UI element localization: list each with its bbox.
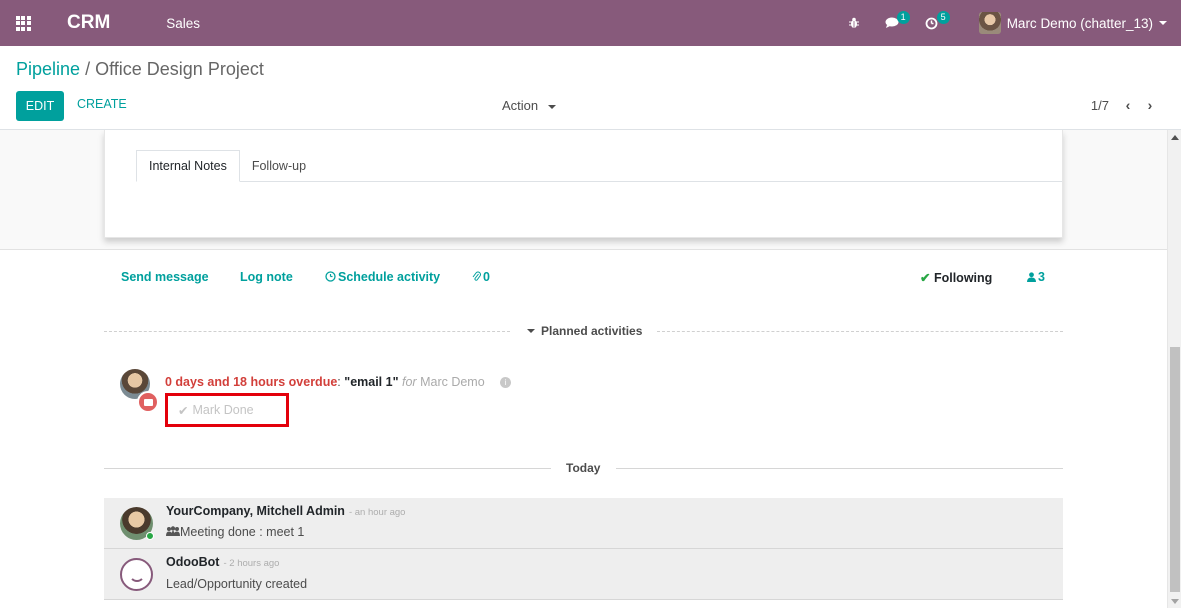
separator-line-left [104,331,510,332]
schedule-activity-button[interactable]: Schedule activity [325,270,440,284]
message-author-name[interactable]: OdooBot [166,555,219,569]
today-line-left [104,468,551,469]
user-avatar [978,12,1001,34]
create-button[interactable]: CREATE [77,97,127,111]
apps-menu-icon[interactable] [0,0,46,46]
tab-follow-up[interactable]: Follow-up [240,150,318,182]
action-label: Action [502,98,539,113]
message-body: Lead/Opportunity created [166,577,308,591]
vertical-scrollbar[interactable] [1167,130,1181,608]
info-icon[interactable]: i [500,377,512,389]
schedule-activity-label: Schedule activity [338,270,441,284]
action-dropdown[interactable]: Action [502,98,556,113]
followers-count: 3 [1038,270,1045,284]
followers-button[interactable]: 3 [1027,270,1045,284]
user-icon [1027,272,1036,282]
scroll-down-arrow-icon[interactable] [1171,599,1179,604]
following-label: Following [933,271,993,285]
users-group-icon [166,526,180,536]
message-body-text: Meeting done : meet 1 [180,525,305,539]
control-panel: Pipeline / Office Design Project EDIT CR… [0,46,1181,130]
activities-clock-icon[interactable]: 5 [919,0,955,46]
message-author: YourCompany, Mitchell Admin - an hour ago [166,504,405,518]
scroll-up-arrow-icon[interactable] [1171,135,1179,140]
activities-badge: 5 [936,11,950,24]
breadcrumb-pipeline[interactable]: Pipeline [16,59,80,79]
planned-activity: 0 days and 18 hours overdue: "email 1" f… [120,369,680,429]
online-status-icon [146,532,154,540]
pager-next-icon[interactable]: › [1139,97,1161,113]
email-activity-icon [137,391,159,413]
message-date: - 2 hours ago [223,558,280,569]
activity-colon: : [337,375,341,389]
pager: 1/7 ‹ › [1091,97,1161,113]
pager-value[interactable]: 1/7 [1091,98,1109,113]
send-message-button[interactable]: Send message [121,270,209,284]
chatter-topbar: Send message Log note Schedule activity … [121,270,1051,286]
planned-activities-label: Planned activities [541,324,643,338]
today-line-right [616,468,1063,469]
messages-icon[interactable]: 1 [879,0,915,46]
user-name: Marc Demo (chatter_13) [1006,15,1153,31]
mark-done-button[interactable]: ✔ Mark Done [165,393,289,427]
scroll-thumb[interactable] [1170,347,1180,592]
mark-done-label: Mark Done [192,403,254,417]
tab-internal-notes[interactable]: Internal Notes [136,150,240,182]
user-dropdown-caret-icon [1159,21,1167,25]
following-button[interactable]: ✔ Following [920,270,992,285]
attachments-button[interactable]: 0 [472,270,490,284]
message-author-name[interactable]: YourCompany, Mitchell Admin [166,504,345,518]
odoobot-avatar[interactable] [120,558,153,591]
menu-sales[interactable]: Sales [166,16,200,31]
collapse-caret-icon [527,329,535,333]
activity-summary-line: 0 days and 18 hours overdue: "email 1" f… [165,375,512,389]
form-sheet: Internal Notes Follow-up [104,130,1063,238]
attachments-count: 0 [483,270,490,284]
message-item: YourCompany, Mitchell Admin - an hour ago… [104,498,1063,549]
paperclip-icon [472,271,481,281]
form-content: Internal Notes Follow-up Send message Lo… [0,130,1167,608]
message-item: OdooBot - 2 hours ago Lead/Opportunity cr… [104,549,1063,600]
message-author: OdooBot - 2 hours ago [166,555,279,569]
user-menu[interactable]: Marc Demo (chatter_13) [978,12,1167,34]
notebook-tabs: Internal Notes Follow-up [136,150,1062,182]
check-icon: ✔ [178,403,189,418]
breadcrumb-current: Office Design Project [95,59,264,79]
pager-previous-icon[interactable]: ‹ [1117,97,1139,113]
separator-line-right [657,331,1063,332]
today-label: Today [566,461,601,475]
planned-activities-toggle[interactable]: Planned activities [527,324,642,338]
messages-badge: 1 [896,11,910,24]
breadcrumb-separator: / [85,59,91,79]
message-body: Meeting done : meet 1 [166,525,304,539]
edit-button[interactable]: EDIT [16,91,64,121]
log-note-button[interactable]: Log note [240,270,293,284]
check-icon: ✔ [920,271,931,285]
activity-name: "email 1" [344,375,399,389]
debug-bug-icon[interactable] [845,0,863,46]
app-name[interactable]: CRM [67,12,110,34]
message-date: - an hour ago [348,507,406,518]
breadcrumb: Pipeline / Office Design Project [16,59,264,80]
action-caret-icon [547,104,556,109]
activity-user: Marc Demo [420,375,485,389]
top-navbar: CRM Sales 1 5 Marc Demo (chatter_13) [0,0,1181,46]
activity-overdue: 0 days and 18 hours overdue [165,375,338,389]
activity-for: for [402,375,417,389]
clock-icon [325,271,336,282]
